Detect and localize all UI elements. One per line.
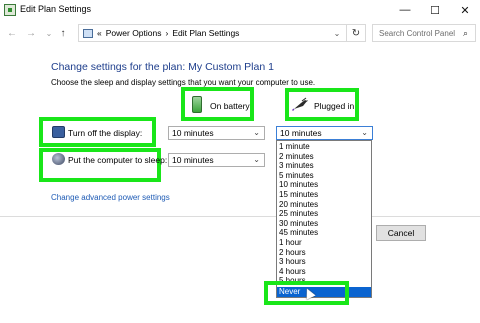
refresh-button[interactable]: ↻ bbox=[346, 24, 366, 42]
on-battery-header: On battery bbox=[210, 101, 250, 111]
dropdown-option[interactable]: 15 minutes bbox=[277, 190, 371, 200]
display-plugged-select[interactable]: 10 minutes ⌄ bbox=[276, 126, 373, 140]
display-battery-select[interactable]: 10 minutes ⌄ bbox=[168, 126, 265, 140]
advanced-power-settings-link[interactable]: Change advanced power settings bbox=[51, 193, 170, 202]
back-arrow-icon[interactable]: ← bbox=[5, 25, 19, 41]
title-bar: Edit Plan Settings — ☐ ✕ bbox=[0, 0, 480, 20]
divider bbox=[0, 216, 480, 217]
breadcrumb-separator: « bbox=[97, 28, 102, 38]
dropdown-option[interactable]: 2 minutes bbox=[277, 152, 371, 162]
navigation-bar: ← → ⌄ ↑ « Power Options › Edit Plan Sett… bbox=[0, 22, 480, 44]
chevron-down-icon: ⌄ bbox=[253, 128, 260, 137]
page-description: Choose the sleep and display settings th… bbox=[51, 78, 316, 87]
forward-arrow-icon[interactable]: → bbox=[24, 25, 38, 41]
dropdown-option[interactable]: 45 minutes bbox=[277, 228, 371, 238]
breadcrumb-arrow-icon[interactable]: › bbox=[165, 28, 168, 38]
power-options-icon bbox=[4, 4, 16, 16]
sleep-label: Put the computer to sleep: bbox=[68, 155, 168, 165]
minimize-button[interactable]: — bbox=[390, 0, 420, 20]
moon-sleep-icon bbox=[52, 153, 65, 165]
dropdown-option[interactable]: 2 hours bbox=[277, 248, 371, 258]
page-title: Change settings for the plan: My Custom … bbox=[51, 61, 274, 73]
dropdown-option[interactable]: 20 minutes bbox=[277, 200, 371, 210]
cancel-button[interactable]: Cancel bbox=[376, 225, 426, 241]
sleep-battery-value: 10 minutes bbox=[172, 155, 214, 165]
chevron-down-icon: ⌄ bbox=[253, 155, 260, 164]
battery-icon bbox=[192, 96, 202, 113]
address-bar[interactable]: « Power Options › Edit Plan Settings bbox=[78, 24, 366, 42]
plugged-in-header: Plugged in bbox=[314, 101, 355, 111]
maximize-button[interactable]: ☐ bbox=[420, 0, 450, 20]
display-plugged-value: 10 minutes bbox=[280, 128, 322, 138]
monitor-icon bbox=[52, 126, 65, 138]
breadcrumb-edit-plan-settings[interactable]: Edit Plan Settings bbox=[172, 28, 239, 38]
breadcrumb: « Power Options › Edit Plan Settings bbox=[83, 28, 239, 38]
dropdown-option[interactable]: 3 minutes bbox=[277, 161, 371, 171]
dropdown-option[interactable]: 10 minutes bbox=[277, 180, 371, 190]
up-arrow-icon[interactable]: ↑ bbox=[56, 25, 70, 41]
dropdown-option[interactable]: 1 minute bbox=[277, 142, 371, 152]
dropdown-option[interactable]: 5 minutes bbox=[277, 171, 371, 181]
chevron-down-icon: ⌄ bbox=[361, 128, 368, 137]
dropdown-option[interactable]: 30 minutes bbox=[277, 219, 371, 229]
address-dropdown-chevron-icon[interactable]: ⌄ bbox=[330, 24, 344, 42]
control-panel-icon bbox=[83, 28, 93, 38]
display-battery-value: 10 minutes bbox=[172, 128, 214, 138]
dropdown-option[interactable]: 4 hours bbox=[277, 267, 371, 277]
close-button[interactable]: ✕ bbox=[450, 0, 480, 20]
sleep-battery-select[interactable]: 10 minutes ⌄ bbox=[168, 153, 265, 167]
display-plugged-dropdown-list[interactable]: 1 minute 2 minutes 3 minutes 5 minutes 10 mi… bbox=[276, 140, 372, 298]
search-icon: ⌕ bbox=[463, 28, 469, 38]
dropdown-option[interactable]: 3 hours bbox=[277, 257, 371, 267]
dropdown-option[interactable]: 25 minutes bbox=[277, 209, 371, 219]
power-plug-icon bbox=[292, 97, 308, 111]
turn-off-display-label: Turn off the display: bbox=[68, 128, 143, 138]
dropdown-option[interactable]: 1 hour bbox=[277, 238, 371, 248]
search-placeholder: Search Control Panel bbox=[379, 29, 456, 38]
recent-locations-chevron-icon[interactable]: ⌄ bbox=[42, 25, 56, 41]
window-title: Edit Plan Settings bbox=[20, 4, 92, 14]
breadcrumb-power-options[interactable]: Power Options bbox=[106, 28, 162, 38]
search-input[interactable]: Search Control Panel ⌕ bbox=[372, 24, 476, 42]
